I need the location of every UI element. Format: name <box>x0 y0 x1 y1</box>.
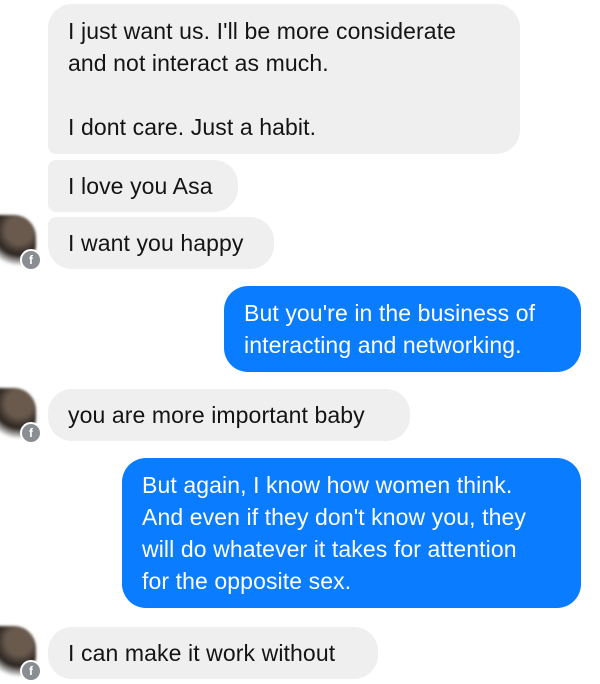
contact-avatar[interactable]: f <box>0 215 42 271</box>
contact-avatar[interactable]: f <box>0 626 42 682</box>
facebook-icon: f <box>20 422 42 444</box>
message-bubble-outgoing[interactable]: But you're in the business of interactin… <box>224 286 581 372</box>
message-bubble-outgoing[interactable]: But again, I know how women think. And e… <box>122 458 581 608</box>
message-bubble-incoming[interactable]: I want you happy <box>48 217 274 269</box>
facebook-icon: f <box>20 660 42 682</box>
message-bubble-incoming[interactable]: I can make it work without <box>48 627 378 679</box>
message-bubble-incoming[interactable]: I love you Asa <box>48 160 238 212</box>
facebook-icon: f <box>20 249 42 271</box>
message-bubble-incoming[interactable]: you are more important baby <box>48 389 410 441</box>
contact-avatar[interactable]: f <box>0 388 42 444</box>
message-bubble-incoming[interactable]: I just want us. I'll be more considerate… <box>48 4 520 154</box>
